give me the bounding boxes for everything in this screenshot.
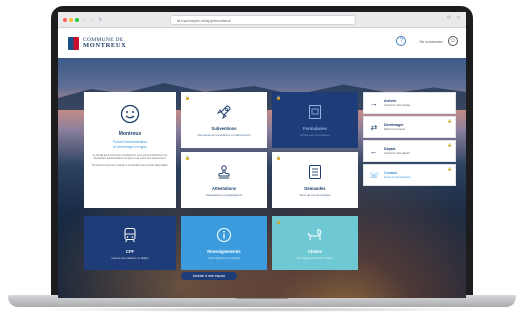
help-icon[interactable]: ? <box>396 36 407 46</box>
app-header: COMMUNE DE MONTREUX ? Se connecter ☺ <box>58 28 466 58</box>
forward-icon[interactable]: › <box>90 17 95 23</box>
browser-toolbar: ‹ › ↻ id.mycompte.ch/app/montreux ⟳ ≡ <box>58 12 466 28</box>
info-icon <box>216 227 232 243</box>
tile-formulaires[interactable]: 🔒 Formulaires Accès aux formulaires <box>272 92 358 148</box>
quick-action-subtitle: Annoncer votre départ <box>384 152 410 155</box>
maximize-window-button[interactable] <box>75 17 79 22</box>
header-actions: ? Se connecter ☺ <box>396 36 458 46</box>
rocket-icon <box>216 104 232 120</box>
tile-subtitle: Attestations et légalisations <box>205 192 243 197</box>
tile-title: Renseignements <box>207 248 241 254</box>
menu-icon[interactable]: ≡ <box>457 15 460 21</box>
laptop-shadow <box>30 307 494 312</box>
tile-title: Formulaires <box>303 125 327 131</box>
quick-action-demenager[interactable]: 🔒 ⇄ Déménager Dans la commune <box>363 116 456 138</box>
arrow-left-icon: ← <box>370 146 378 156</box>
lock-icon: 🔒 <box>447 143 452 147</box>
welcome-paragraph-1: Le Portail de la Commune de Montreux vou… <box>92 154 168 161</box>
avatar-icon[interactable]: ☺ <box>448 36 458 46</box>
form-icon <box>308 104 322 120</box>
lock-icon: 🔒 <box>185 95 190 100</box>
welcome-subtitle-line2: et d'échanges en ligne <box>113 145 147 149</box>
stamp-icon <box>216 164 232 180</box>
smiley-icon <box>120 104 140 124</box>
commune-logo[interactable]: COMMUNE DE MONTREUX <box>68 36 126 50</box>
refresh-icon[interactable]: ⟳ <box>447 15 451 21</box>
welcome-title: Montreux <box>118 131 142 137</box>
tile-subtitle: Informations et contacts <box>208 255 240 260</box>
login-link[interactable]: Se connecter <box>419 39 443 44</box>
crest-icon <box>68 36 79 50</box>
lock-icon: 🔒 <box>276 219 281 224</box>
quick-action-subtitle: Écrire à l'administration <box>384 176 411 179</box>
quick-action-subtitle: Dans la commune <box>384 128 405 131</box>
tile-chiens[interactable]: 🔒 Chiens Enregistrement des chiens <box>272 216 358 270</box>
quick-action-title: Départ <box>384 147 396 151</box>
tile-renseignements[interactable]: Renseignements Informations et contacts <box>181 216 267 270</box>
tile-title: Chiens <box>308 248 322 254</box>
lock-icon: 🔒 <box>276 155 281 160</box>
tile-title: Demandes <box>304 185 326 191</box>
tile-attestations[interactable]: 🔒 Attestations Attestations et légalisat… <box>181 152 267 208</box>
reload-icon[interactable]: ↻ <box>98 17 103 23</box>
quick-action-title: Arrivée <box>384 99 397 103</box>
product-mockup: ‹ › ↻ id.mycompte.ch/app/montreux ⟳ ≡ CO… <box>0 0 524 316</box>
swap-arrows-icon: ⇄ <box>370 122 378 132</box>
welcome-card: Montreux Portail d'administration et d'é… <box>84 92 176 208</box>
logo-text: COMMUNE DE MONTREUX <box>83 37 126 49</box>
tile-subtitle: Suivi de vos demandes <box>299 192 331 197</box>
address-text: id.mycompte.ch/app/montreux <box>177 17 231 23</box>
phone-icon: ☏ <box>368 170 379 180</box>
tile-subtitle: Cartes journalières et billets <box>111 255 149 260</box>
lock-icon: 🔒 <box>447 167 452 171</box>
arrow-right-icon: → <box>370 98 378 108</box>
address-bar[interactable]: id.mycompte.ch/app/montreux <box>170 15 356 25</box>
quick-actions-list: → Arrivée Annoncer votre arrivée 🔒 ⇄ Démé… <box>363 92 456 208</box>
tile-subventions[interactable]: 🔒 Subventions Demande de prestations et … <box>181 92 267 148</box>
lock-icon: 🔒 <box>447 119 452 123</box>
lock-icon: 🔒 <box>276 95 281 100</box>
dog-icon <box>307 227 323 243</box>
welcome-paragraph-2: Connectez-vous pour accéder à l'ensemble… <box>91 164 169 168</box>
quick-action-title: Contact <box>384 171 398 175</box>
laptop-screen: ‹ › ↻ id.mycompte.ch/app/montreux ⟳ ≡ CO… <box>58 12 466 298</box>
tile-subtitle: Demande de prestations et subventions <box>197 132 251 137</box>
tile-demandes[interactable]: 🔒 Demandes Suivi de vos demandes <box>272 152 358 208</box>
quick-action-contact[interactable]: 🔒 ☏ Contact Écrire à l'administration <box>363 164 456 186</box>
close-window-button[interactable] <box>63 17 67 22</box>
welcome-subtitle-line1: Portail d'administration <box>112 140 148 144</box>
tile-subtitle: Accès aux formulaires <box>300 132 330 137</box>
access-space-button[interactable]: Accéder à mon espace <box>181 272 237 280</box>
list-icon <box>308 164 322 180</box>
train-icon <box>122 227 138 243</box>
minimize-window-button[interactable] <box>69 17 73 22</box>
tile-cff[interactable]: CFF Cartes journalières et billets <box>84 216 176 270</box>
back-icon[interactable]: ‹ <box>82 17 87 23</box>
logo-line2: MONTREUX <box>83 42 127 49</box>
lock-icon: 🔒 <box>185 155 190 160</box>
tile-subtitle: Enregistrement des chiens <box>297 255 333 260</box>
window-controls <box>63 17 79 22</box>
tile-title: Attestations <box>211 185 237 191</box>
quick-action-depart[interactable]: 🔒 ← Départ Annoncer votre départ <box>363 140 456 162</box>
quick-action-arrivee[interactable]: → Arrivée Annoncer votre arrivée <box>363 92 456 114</box>
browser-actions: ⟳ ≡ <box>447 15 460 21</box>
quick-action-title: Déménager <box>384 123 404 127</box>
quick-action-subtitle: Annoncer votre arrivée <box>384 104 411 107</box>
tile-title: CFF <box>125 248 135 254</box>
tile-title: Subventions <box>211 125 237 131</box>
